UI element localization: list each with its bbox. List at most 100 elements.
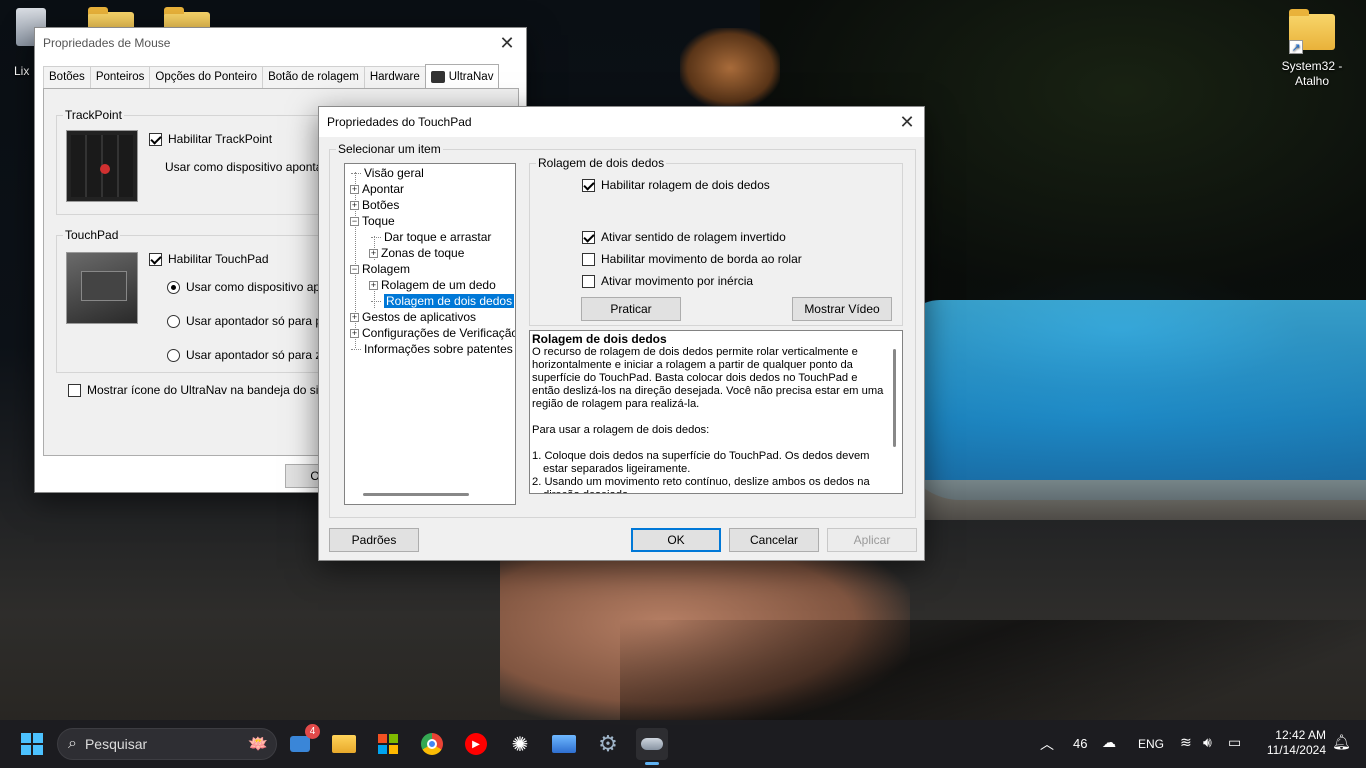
taskbar-file-explorer[interactable] (328, 728, 360, 760)
tab-ultranav-label: UltraNav (448, 71, 494, 83)
touchpad-properties-window: Propriedades do TouchPad ✕ Selecionar um… (318, 106, 925, 561)
wallpaper-pool-edge (880, 480, 1366, 520)
tree-item-configuracoes[interactable]: + Configurações de Verificação Ir (350, 325, 515, 341)
tab-ultranav[interactable]: UltraNav (424, 64, 500, 88)
wifi-icon[interactable]: ≋ (1180, 734, 1192, 751)
defaults-button[interactable]: Padrões (329, 528, 419, 552)
enable-trackpoint-row: Habilitar TrackPoint (149, 132, 272, 146)
tree-item-gestos[interactable]: + Gestos de aplicativos (350, 309, 476, 325)
tree-item-patentes[interactable]: Informações sobre patentes (351, 341, 513, 357)
reverse-scroll-checkbox[interactable] (582, 230, 595, 244)
widgets-icon (290, 736, 310, 752)
search-highlight-icon: 🪷 (248, 736, 268, 753)
edge-motion-checkbox[interactable] (582, 252, 595, 266)
tree-item-botoes[interactable]: + Botões (350, 197, 399, 213)
select-item-group: Selecionar um item Visão geral + Apontar … (329, 142, 916, 518)
wallpaper-shadow (620, 620, 1366, 720)
tab-botao-de-rolagem[interactable]: Botão de rolagem (262, 66, 365, 88)
practice-button[interactable]: Praticar (581, 297, 681, 321)
clock[interactable]: 12:42 AM 11/14/2024 (1262, 728, 1326, 758)
cancel-button[interactable]: Cancelar (729, 528, 819, 552)
taskbar-chatgpt[interactable]: ✺ (504, 728, 536, 760)
help-scrollbar[interactable] (893, 349, 896, 447)
tree-item-zonas-de-toque[interactable]: + Zonas de toque (369, 245, 464, 261)
collapse-icon[interactable]: − (350, 217, 359, 227)
tray-icon-checkbox[interactable] (68, 383, 81, 397)
notification-bell-icon[interactable]: 🔔︎ (1332, 733, 1351, 751)
expand-icon[interactable]: + (369, 281, 378, 291)
close-icon[interactable]: ✕ (892, 107, 922, 137)
chrome-icon (421, 733, 443, 755)
language-indicator[interactable]: ENG (1138, 737, 1164, 751)
touchpad-option-1-row: Usar como dispositivo aponta (167, 280, 343, 294)
show-hidden-icons-chevron-icon[interactable]: ︿ (1040, 734, 1054, 754)
weather-temperature[interactable]: 46 (1073, 736, 1087, 751)
help-paragraph-2: Para usar a rolagem de dois dedos: (532, 424, 710, 436)
taskbar-mouse-properties[interactable] (636, 728, 668, 765)
taskbar-store-widget[interactable]: 4 (284, 724, 320, 760)
chatgpt-icon: ✺ (511, 733, 529, 756)
help-heading: Rolagem de dois dedos (532, 332, 667, 346)
taskbar-chrome[interactable] (416, 728, 448, 760)
file-explorer-icon (332, 735, 356, 753)
expand-icon[interactable]: + (350, 201, 359, 211)
touchpad-option-2-radio[interactable] (167, 314, 180, 328)
expand-icon[interactable]: + (369, 249, 378, 259)
battery-icon[interactable]: ▭ (1228, 734, 1241, 751)
mouse-icon (641, 738, 663, 750)
enable-trackpoint-checkbox[interactable] (149, 132, 162, 146)
touchpad-option-3-radio[interactable] (167, 348, 180, 362)
option-4-row: Ativar movimento por inércia (582, 274, 753, 288)
tree-item-toque[interactable]: − Toque (350, 213, 395, 229)
inertia-checkbox[interactable] (582, 274, 595, 288)
desktop-icon-label: System32 - Atalho (1281, 59, 1343, 88)
enable-touchpad-row: Habilitar TouchPad (149, 252, 269, 266)
expand-icon[interactable]: + (350, 313, 359, 323)
tree-item-dar-toque[interactable]: Dar toque e arrastar (371, 229, 491, 245)
touchpad-image (66, 252, 138, 324)
tab-botoes[interactable]: Botões (43, 66, 91, 88)
enable-touchpad-checkbox[interactable] (149, 252, 162, 266)
item-tree[interactable]: Visão geral + Apontar + Botões − Toque Dar … (344, 163, 516, 505)
help-text-box[interactable]: Rolagem de dois dedos O recurso de rolag… (529, 330, 903, 494)
notification-badge: 4 (305, 724, 320, 739)
search-icon: ⌕ (68, 735, 77, 752)
tab-hardware[interactable]: Hardware (363, 66, 426, 88)
tree-horizontal-scrollbar[interactable] (363, 493, 469, 496)
select-item-group-title: Selecionar um item (336, 142, 443, 156)
apply-button[interactable]: Aplicar (827, 528, 917, 552)
taskbar-photos[interactable] (548, 728, 580, 760)
expand-icon[interactable]: + (350, 185, 359, 195)
tree-item-rolagem-dois-dedos[interactable]: Rolagem de dois dedos (371, 293, 515, 309)
store-icon (378, 734, 398, 754)
start-button[interactable] (16, 728, 48, 760)
trackpoint-group-title: TrackPoint (63, 108, 124, 122)
tree-item-rolagem[interactable]: − Rolagem (350, 261, 410, 277)
enable-two-finger-scroll-checkbox[interactable] (582, 178, 595, 192)
taskbar-microsoft-store[interactable] (372, 728, 404, 760)
window-title: Propriedades do TouchPad (327, 115, 472, 129)
volume-icon[interactable]: 🔊︎ (1203, 734, 1212, 751)
tree-item-label: Gestos de aplicativos (362, 310, 477, 324)
show-video-button[interactable]: Mostrar Vídeo (792, 297, 892, 321)
weather-icon[interactable]: ☁ (1102, 734, 1116, 751)
collapse-icon[interactable]: − (350, 265, 359, 275)
tab-ponteiros[interactable]: Ponteiros (89, 66, 151, 88)
close-icon[interactable]: ✕ (492, 28, 522, 58)
youtube-music-icon: ▶ (465, 733, 487, 755)
expand-icon[interactable]: + (350, 329, 359, 339)
tree-item-rolagem-um-dedo[interactable]: + Rolagem de um dedo (369, 277, 496, 293)
option-3-label: Habilitar movimento de borda ao rolar (601, 252, 802, 266)
tab-opcoes-do-ponteiro[interactable]: Opções do Ponteiro (149, 66, 264, 88)
tree-item-visao-geral[interactable]: Visão geral (351, 165, 424, 181)
taskbar-settings[interactable]: ⚙ (592, 728, 624, 760)
taskbar-search[interactable]: ⌕ Pesquisar 🪷 (57, 728, 277, 760)
desktop-icon-system32-shortcut[interactable]: ↗ System32 - Atalho (1276, 9, 1348, 89)
tree-item-apontar[interactable]: + Apontar (350, 181, 404, 197)
ok-button[interactable]: OK (631, 528, 721, 552)
touchpad-option-1-radio[interactable] (167, 280, 180, 294)
taskbar-youtube-music[interactable]: ▶ (460, 728, 492, 760)
touchpad-group-title: TouchPad (63, 228, 121, 242)
ultranav-icon (430, 71, 445, 83)
option-1-label: Habilitar rolagem de dois dedos (601, 178, 770, 192)
